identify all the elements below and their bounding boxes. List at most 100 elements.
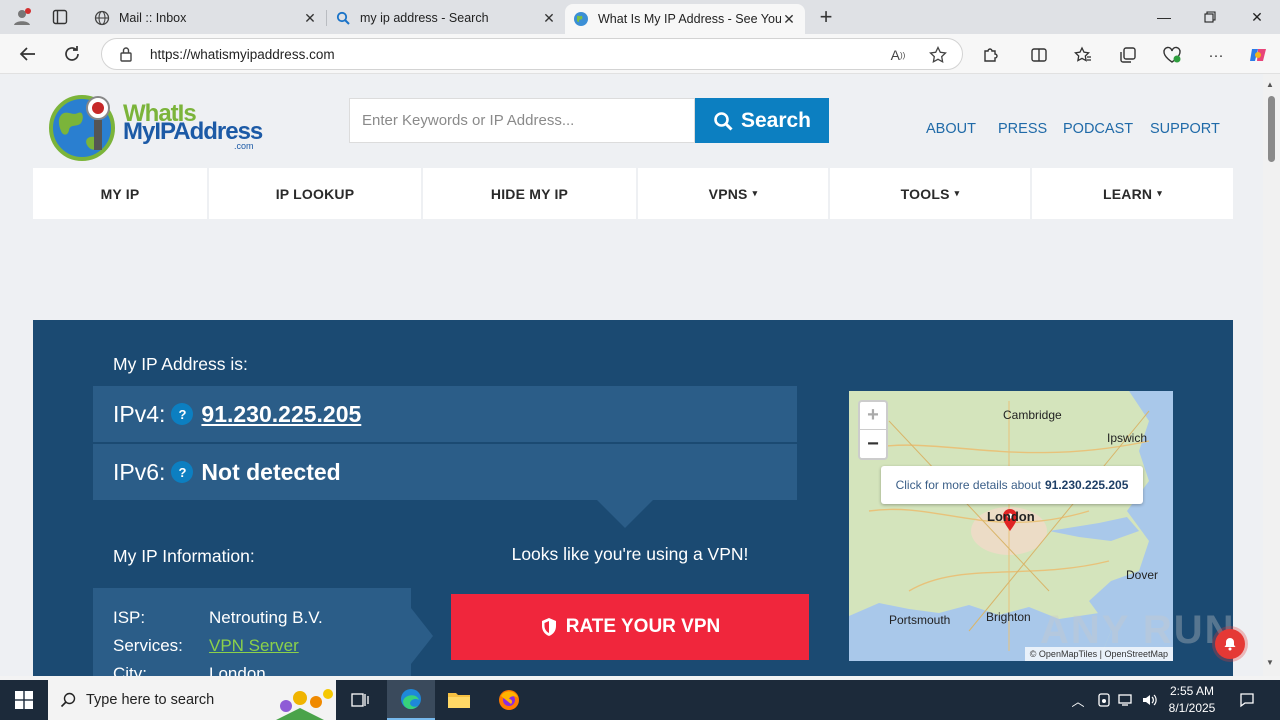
profile-icon[interactable] bbox=[8, 4, 36, 30]
tab-whatismyip[interactable]: What Is My IP Address - See Your ✕ bbox=[565, 4, 805, 34]
restore-icon[interactable] bbox=[1187, 0, 1233, 34]
caret-down-icon: ▾ bbox=[752, 188, 758, 198]
map-zoom-control: + − bbox=[858, 400, 888, 460]
system-clock[interactable]: 2:55 AM 8/1/2025 bbox=[1160, 683, 1224, 717]
site-header: WhatIs MyIPAddress .com Enter Keywords o… bbox=[33, 74, 1233, 168]
help-icon[interactable]: ? bbox=[171, 461, 194, 483]
scroll-up-icon[interactable]: ▲ bbox=[1266, 80, 1274, 89]
split-screen-icon[interactable] bbox=[1028, 44, 1050, 66]
task-view-icon[interactable] bbox=[336, 680, 384, 720]
site-logo[interactable]: WhatIs MyIPAddress .com bbox=[48, 92, 263, 164]
info-key: ISP: bbox=[113, 608, 146, 627]
ip-search-input[interactable]: Enter Keywords or IP Address... bbox=[349, 98, 695, 143]
shield-icon bbox=[541, 618, 556, 636]
anyrun-watermark: ANY RUN bbox=[1040, 608, 1236, 652]
nav-hide-my-ip[interactable]: HIDE MY IP bbox=[423, 168, 636, 219]
back-icon[interactable] bbox=[13, 40, 43, 68]
taskbar-search-placeholder: Type here to search bbox=[86, 692, 215, 708]
tab-ip-search[interactable]: my ip address - Search ✕ bbox=[327, 4, 565, 32]
ipv4-row: IPv4: ? 91.230.225.205 bbox=[93, 386, 797, 442]
scroll-down-icon[interactable]: ▼ bbox=[1266, 658, 1274, 667]
search-button-label: Search bbox=[740, 108, 812, 132]
page-viewport: WhatIs MyIPAddress .com Enter Keywords o… bbox=[0, 74, 1280, 676]
search-button[interactable]: Search bbox=[695, 98, 829, 143]
clock-date: 8/1/2025 bbox=[1168, 701, 1216, 715]
help-icon[interactable]: ? bbox=[171, 403, 194, 425]
tray-overflow-icon[interactable]: ︿ bbox=[1068, 680, 1088, 720]
map-popup-text: Click for more details about bbox=[895, 478, 1041, 492]
page-scrollbar[interactable]: ▲ ▼ bbox=[1263, 74, 1280, 676]
info-value: London bbox=[209, 664, 266, 676]
nav-vpns[interactable]: VPNS ▾ bbox=[638, 168, 828, 219]
extensions-icon[interactable] bbox=[980, 44, 1002, 66]
firefox-icon[interactable] bbox=[485, 680, 533, 720]
nav-label: LEARN bbox=[1103, 185, 1153, 202]
ip-heading: My IP Address is: bbox=[113, 354, 248, 374]
tab-title: Mail :: Inbox bbox=[119, 11, 187, 25]
pointer-notch bbox=[597, 500, 653, 528]
info-key: City: bbox=[113, 664, 147, 676]
main-nav: MY IP IP LOOKUP HIDE MY IP VPNS ▾ TOOLS ▾ … bbox=[33, 168, 1233, 219]
new-tab-icon[interactable]: + bbox=[812, 4, 840, 30]
ipv6-value: Not detected bbox=[201, 458, 341, 485]
close-window-icon[interactable]: ✕ bbox=[1234, 0, 1280, 34]
browser-essentials-icon[interactable] bbox=[1161, 44, 1183, 66]
start-button[interactable] bbox=[0, 680, 48, 720]
globe-icon bbox=[94, 10, 110, 26]
lock-icon[interactable] bbox=[119, 46, 133, 67]
copilot-icon[interactable] bbox=[1247, 44, 1269, 66]
zoom-out-button[interactable]: − bbox=[860, 430, 886, 458]
podcast-link[interactable]: PODCAST bbox=[1063, 121, 1133, 137]
notifications-icon[interactable] bbox=[1236, 680, 1258, 720]
close-tab-icon[interactable]: ✕ bbox=[302, 10, 318, 27]
info-row-city: City: London bbox=[113, 664, 266, 676]
ipv4-value-link[interactable]: 91.230.225.205 bbox=[201, 401, 361, 428]
search-icon bbox=[335, 10, 351, 26]
support-link[interactable]: SUPPORT bbox=[1150, 121, 1220, 137]
address-bar[interactable]: https://whatismyipaddress.com A)) bbox=[101, 38, 963, 70]
nav-tools[interactable]: TOOLS ▾ bbox=[830, 168, 1030, 219]
info-arrow bbox=[411, 608, 433, 664]
map-label-cambridge: Cambridge bbox=[1003, 408, 1062, 422]
close-tab-icon[interactable]: ✕ bbox=[781, 11, 797, 28]
favorite-star-icon[interactable] bbox=[928, 45, 948, 65]
close-tab-icon[interactable]: ✕ bbox=[541, 10, 557, 27]
more-menu-icon[interactable]: ··· bbox=[1205, 44, 1227, 66]
nav-label: VPNS bbox=[708, 185, 748, 202]
file-explorer-icon[interactable] bbox=[435, 680, 483, 720]
windows-logo-icon bbox=[15, 691, 33, 709]
notification-bell-icon[interactable] bbox=[1215, 629, 1245, 659]
rate-vpn-button[interactable]: RATE YOUR VPN bbox=[451, 594, 809, 660]
network-icon[interactable] bbox=[1116, 680, 1136, 720]
nav-learn[interactable]: LEARN ▾ bbox=[1032, 168, 1233, 219]
map-label-brighton: Brighton bbox=[986, 610, 1031, 624]
tab-title: my ip address - Search bbox=[360, 11, 489, 25]
device-icon[interactable] bbox=[1094, 680, 1114, 720]
map-label-ipswich: Ipswich bbox=[1107, 431, 1148, 445]
map-popup[interactable]: Click for more details about 91.230.225.… bbox=[881, 466, 1143, 504]
nav-my-ip[interactable]: MY IP bbox=[33, 168, 207, 219]
refresh-icon[interactable] bbox=[57, 40, 87, 68]
edge-taskbar-icon[interactable] bbox=[387, 680, 435, 720]
collections-icon[interactable] bbox=[1117, 44, 1139, 66]
globe-favicon-icon bbox=[573, 11, 589, 27]
zoom-in-button[interactable]: + bbox=[860, 402, 886, 430]
press-link[interactable]: PRESS bbox=[998, 121, 1047, 137]
info-key: Services: bbox=[113, 636, 183, 655]
volume-icon[interactable] bbox=[1140, 680, 1160, 720]
tab-actions-icon[interactable] bbox=[46, 4, 74, 30]
rate-vpn-label: RATE YOUR VPN bbox=[565, 616, 721, 637]
favorites-icon[interactable] bbox=[1072, 44, 1094, 66]
read-aloud-icon[interactable]: A)) bbox=[888, 45, 908, 65]
search-icon bbox=[714, 111, 733, 131]
minimize-icon[interactable]: — bbox=[1141, 0, 1187, 34]
about-link[interactable]: ABOUT bbox=[926, 121, 976, 137]
services-link[interactable]: VPN Server bbox=[209, 636, 299, 656]
info-value: Netrouting B.V. bbox=[209, 608, 323, 627]
taskbar-search-box[interactable]: Type here to search bbox=[48, 680, 336, 720]
nav-label: MY IP bbox=[100, 185, 140, 202]
globe-logo-icon bbox=[49, 95, 115, 161]
tab-mail-inbox[interactable]: Mail :: Inbox ✕ bbox=[86, 4, 326, 32]
nav-ip-lookup[interactable]: IP LOOKUP bbox=[209, 168, 421, 219]
scroll-thumb[interactable] bbox=[1268, 96, 1275, 162]
